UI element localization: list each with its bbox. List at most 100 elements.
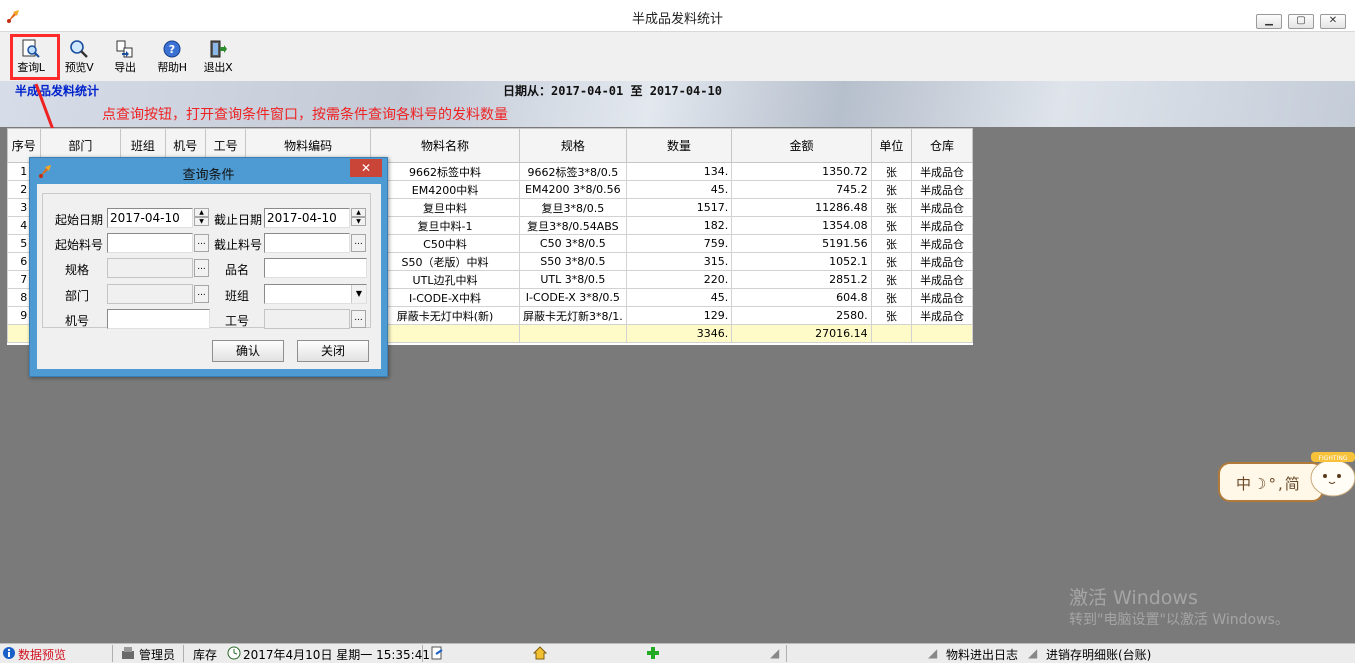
- document-icon: [431, 646, 443, 660]
- activation-watermark-title: 激活 Windows: [1069, 587, 1198, 609]
- status-store: 库存: [193, 648, 218, 662]
- start-item-browse-button[interactable]: ...: [194, 234, 209, 252]
- table-cell: 复旦中料-1: [369, 216, 521, 235]
- dept-label: 部门: [65, 289, 90, 303]
- table-cell: 张: [870, 180, 913, 199]
- table-cell: S50（老版）中料: [369, 252, 521, 271]
- start-item-input[interactable]: [107, 233, 193, 253]
- home-icon[interactable]: [533, 646, 547, 660]
- name-input[interactable]: [264, 258, 367, 278]
- svg-text:FIGHTING: FIGHTING: [1319, 455, 1348, 462]
- table-cell: 张: [870, 162, 913, 181]
- table-cell: 45.: [625, 180, 733, 199]
- column-header[interactable]: 单位: [870, 128, 913, 163]
- table-cell: 220.: [625, 270, 733, 289]
- status-log[interactable]: 物料进出日志: [946, 646, 1018, 663]
- table-cell: C50中料: [369, 234, 521, 253]
- ime-mode-text: 中☽°,简: [1236, 475, 1302, 493]
- worker-browse-button[interactable]: ...: [351, 310, 366, 328]
- end-item-browse-button[interactable]: ...: [351, 234, 366, 252]
- chevron-down-icon: ▼: [351, 285, 366, 303]
- table-cell: 11286.48: [731, 198, 872, 217]
- table-cell: 半成品仓: [911, 180, 973, 199]
- spec-browse-button[interactable]: ...: [194, 259, 209, 277]
- table-cell: 315.: [625, 252, 733, 271]
- column-header[interactable]: 规格: [519, 128, 627, 163]
- status-user: 管理员: [139, 648, 176, 662]
- column-header[interactable]: 物料名称: [369, 128, 521, 163]
- status-datetime: 2017年4月10日 星期一 15:35:41: [243, 648, 430, 662]
- close-window-button[interactable]: ✕: [1320, 14, 1346, 29]
- table-cell: 9662标签中料: [369, 162, 521, 181]
- end-date-spinner[interactable]: ▲ ▼: [351, 208, 366, 227]
- resize-grip-icon: ◢: [1028, 646, 1038, 660]
- worker-input[interactable]: [264, 309, 350, 329]
- table-cell: EM4200 3*8/0.56: [519, 180, 627, 199]
- table-cell: 604.8: [731, 288, 872, 307]
- table-cell: 129.: [625, 306, 733, 325]
- table-cell: 张: [870, 216, 913, 235]
- minimize-icon: ▁: [1265, 15, 1273, 26]
- table-cell: S50 3*8/0.5: [519, 252, 627, 271]
- dialog-close-action-button[interactable]: 关闭: [297, 340, 369, 362]
- table-cell: 半成品仓: [911, 198, 973, 217]
- end-item-input[interactable]: [264, 233, 350, 253]
- title-bar: 半成品发料统计 ▁ ▢ ✕: [0, 0, 1355, 32]
- table-cell: 2851.2: [731, 270, 872, 289]
- minimize-button[interactable]: ▁: [1256, 14, 1282, 29]
- dialog-close-button[interactable]: ✕: [350, 159, 382, 177]
- add-icon[interactable]: [646, 646, 660, 660]
- start-date-spinner[interactable]: ▲ ▼: [194, 208, 209, 227]
- total-cell: [911, 324, 973, 343]
- end-date-label: 截止日期: [214, 213, 263, 227]
- exit-button[interactable]: 退出X: [196, 37, 240, 77]
- total-quantity: 3346.: [625, 324, 733, 343]
- total-cell: [369, 324, 521, 343]
- column-header[interactable]: 仓库: [911, 128, 973, 163]
- ime-mascot-icon: FIGHTING: [1310, 452, 1355, 497]
- end-date-input[interactable]: 2017-04-10: [264, 208, 350, 228]
- start-date-label: 起始日期: [55, 213, 104, 227]
- query-button[interactable]: 查询L: [9, 37, 53, 77]
- close-icon: ✕: [1328, 15, 1338, 26]
- group-select[interactable]: ▼: [264, 284, 367, 304]
- clock-icon: [227, 646, 241, 660]
- help-button[interactable]: ? 帮助H: [150, 37, 194, 77]
- toolbar: 查询L 预览V 导出 ? 帮助H 退出X: [0, 32, 1355, 81]
- column-header[interactable]: 数量: [625, 128, 733, 163]
- close-icon: ✕: [360, 161, 372, 175]
- query-dialog: 查询条件 ✕ 起始日期 2017-04-10 ▲ ▼ 截止日期 2017-04-1…: [29, 157, 388, 377]
- table-cell: 半成品仓: [911, 306, 973, 325]
- preview-button[interactable]: 预览V: [57, 37, 101, 77]
- status-ledger[interactable]: 进销存明细账(台账): [1046, 646, 1151, 663]
- status-preview: 数据预览: [18, 648, 67, 662]
- table-cell: 1052.1: [731, 252, 872, 271]
- name-label: 品名: [225, 263, 250, 277]
- activation-watermark-text: 转到"电脑设置"以激活 Windows。: [1069, 612, 1289, 628]
- machine-input[interactable]: [107, 309, 210, 329]
- maximize-button[interactable]: ▢: [1288, 14, 1314, 29]
- dept-browse-button[interactable]: ...: [194, 285, 209, 303]
- criteria-group: 起始日期 2017-04-10 ▲ ▼ 截止日期 2017-04-10 ▲ ▼ 起始…: [42, 193, 371, 329]
- total-cell: [870, 324, 913, 343]
- spec-input[interactable]: [107, 258, 193, 278]
- preview-icon: [70, 40, 88, 58]
- table-cell: 张: [870, 288, 913, 307]
- table-cell: 759.: [625, 234, 733, 253]
- table-cell: 半成品仓: [911, 162, 973, 181]
- column-header[interactable]: 金额: [731, 128, 872, 163]
- dept-input[interactable]: [107, 284, 193, 304]
- group-label: 班组: [225, 289, 250, 303]
- confirm-button[interactable]: 确认: [212, 340, 284, 362]
- table-cell: 半成品仓: [911, 270, 973, 289]
- start-date-input[interactable]: 2017-04-10: [107, 208, 193, 228]
- export-button[interactable]: 导出: [103, 37, 147, 77]
- table-cell: 张: [870, 234, 913, 253]
- status-separator: [422, 645, 423, 662]
- end-item-label: 截止料号: [214, 238, 263, 252]
- dialog-title: 查询条件: [182, 168, 235, 183]
- report-header: 半成品发料统计 日期从：2017-04-01 至 2017-04-10 点查询按…: [0, 81, 1355, 127]
- table-cell: 745.2: [731, 180, 872, 199]
- table-cell: 半成品仓: [911, 288, 973, 307]
- table-cell: 半成品仓: [911, 234, 973, 253]
